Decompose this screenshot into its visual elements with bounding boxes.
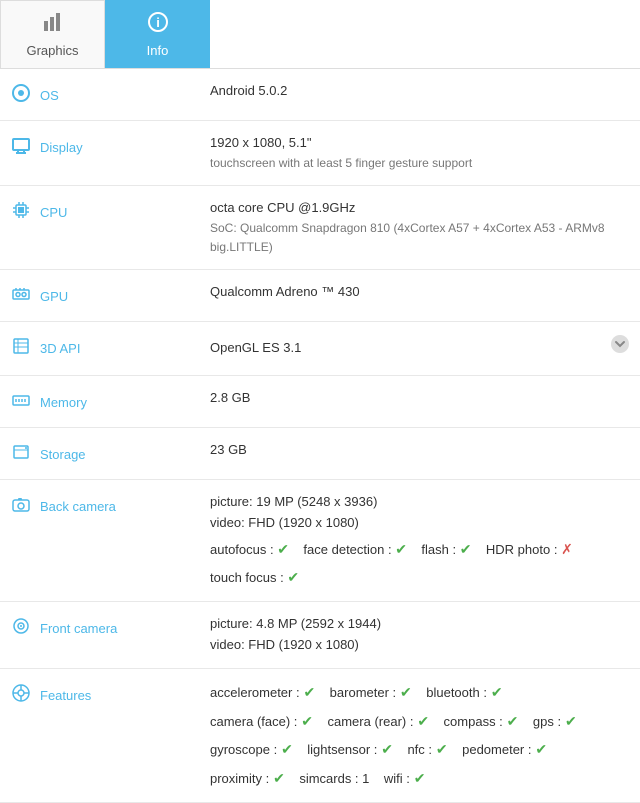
features-line1: accelerometer : ✔ barometer : ✔ bluetoot… (210, 681, 630, 704)
display-label: Display (40, 140, 83, 155)
memory-icon (10, 390, 32, 415)
cpu-value: octa core CPU @1.9GHz SoC: Qualcomm Snap… (200, 185, 640, 269)
gpu-label-cell: GPU (0, 270, 200, 322)
display-label-cell: Display (0, 121, 200, 186)
features-label: Features (40, 688, 91, 703)
table-row: Back camera picture: 19 MP (5248 x 3936)… (0, 479, 640, 601)
table-row: Display 1920 x 1080, 5.1" touchscreen wi… (0, 121, 640, 186)
display-value: 1920 x 1080, 5.1" touchscreen with at le… (200, 121, 640, 186)
os-icon (10, 83, 32, 108)
autofocus-check: ✔ (277, 541, 289, 557)
table-row: Front camera picture: 4.8 MP (2592 x 194… (0, 602, 640, 669)
3dapi-dropdown-arrow[interactable] (610, 334, 630, 363)
tab-info-label: Info (147, 43, 169, 58)
back-camera-icon (10, 494, 32, 519)
features-icon (10, 683, 32, 708)
cpu-label: CPU (40, 205, 67, 220)
table-row: Features accelerometer : ✔ barometer : ✔… (0, 668, 640, 802)
back-camera-features-line2: touch focus : ✔ (210, 566, 630, 589)
graphics-tab-icon (42, 11, 64, 39)
back-camera-label: Back camera (40, 499, 116, 514)
table-row: OS Android 5.0.2 (0, 69, 640, 121)
features-line4: proximity : ✔ simcards : 1 wifi : ✔ (210, 767, 630, 790)
3dapi-label: 3D API (40, 341, 80, 356)
3dapi-value: OpenGL ES 3.1 (200, 322, 640, 376)
memory-value: 2.8 GB (200, 375, 640, 427)
gpu-label: GPU (40, 289, 68, 304)
back-camera-label-cell: Back camera (0, 479, 200, 601)
3dapi-icon (10, 336, 32, 361)
gpu-value: Qualcomm Adreno ™ 430 (200, 270, 640, 322)
table-row: Memory 2.8 GB (0, 375, 640, 427)
cpu-icon (10, 200, 32, 225)
info-table: OS Android 5.0.2 Display 1920 x 1080, 5.… (0, 69, 640, 803)
features-line3: gyroscope : ✔ lightsensor : ✔ nfc : ✔ pe… (210, 738, 630, 761)
display-icon (10, 135, 32, 160)
front-camera-icon (10, 616, 32, 641)
front-camera-label-cell: Front camera (0, 602, 200, 669)
features-line2: camera (face) : ✔ camera (rear) : ✔ comp… (210, 710, 630, 733)
front-camera-value: picture: 4.8 MP (2592 x 1944) video: FHD… (200, 602, 640, 669)
features-label-cell: Features (0, 668, 200, 802)
storage-icon (10, 442, 32, 467)
os-value: Android 5.0.2 (200, 69, 640, 121)
tab-graphics-label: Graphics (26, 43, 78, 58)
tab-info[interactable]: i Info (105, 0, 210, 68)
hdr-check: ✗ (561, 541, 573, 557)
tab-graphics[interactable]: Graphics (0, 0, 105, 68)
memory-label: Memory (40, 395, 87, 410)
back-camera-value: picture: 19 MP (5248 x 3936) video: FHD … (200, 479, 640, 601)
os-label: OS (40, 88, 59, 103)
touch-focus-check: ✔ (287, 569, 299, 585)
storage-label-cell: Storage (0, 427, 200, 479)
3dapi-label-cell: 3D API (0, 322, 200, 376)
storage-value: 23 GB (200, 427, 640, 479)
tabs-container: Graphics i Info (0, 0, 640, 69)
gpu-icon (10, 284, 32, 309)
table-row: Storage 23 GB (0, 427, 640, 479)
table-row: GPU Qualcomm Adreno ™ 430 (0, 270, 640, 322)
features-value: accelerometer : ✔ barometer : ✔ bluetoot… (200, 668, 640, 802)
front-camera-label: Front camera (40, 621, 117, 636)
table-row: CPU octa core CPU @1.9GHz SoC: Qualcomm … (0, 185, 640, 269)
face-detection-check: ✔ (395, 541, 407, 557)
storage-label: Storage (40, 447, 86, 462)
flash-check: ✔ (460, 541, 472, 557)
back-camera-features-line1: autofocus : ✔ face detection : ✔ flash :… (210, 538, 630, 561)
svg-text:i: i (156, 15, 160, 30)
memory-label-cell: Memory (0, 375, 200, 427)
table-row: 3D API OpenGL ES 3.1 (0, 322, 640, 376)
os-label-cell: OS (0, 69, 200, 121)
cpu-label-cell: CPU (0, 185, 200, 269)
info-tab-icon: i (147, 11, 169, 39)
